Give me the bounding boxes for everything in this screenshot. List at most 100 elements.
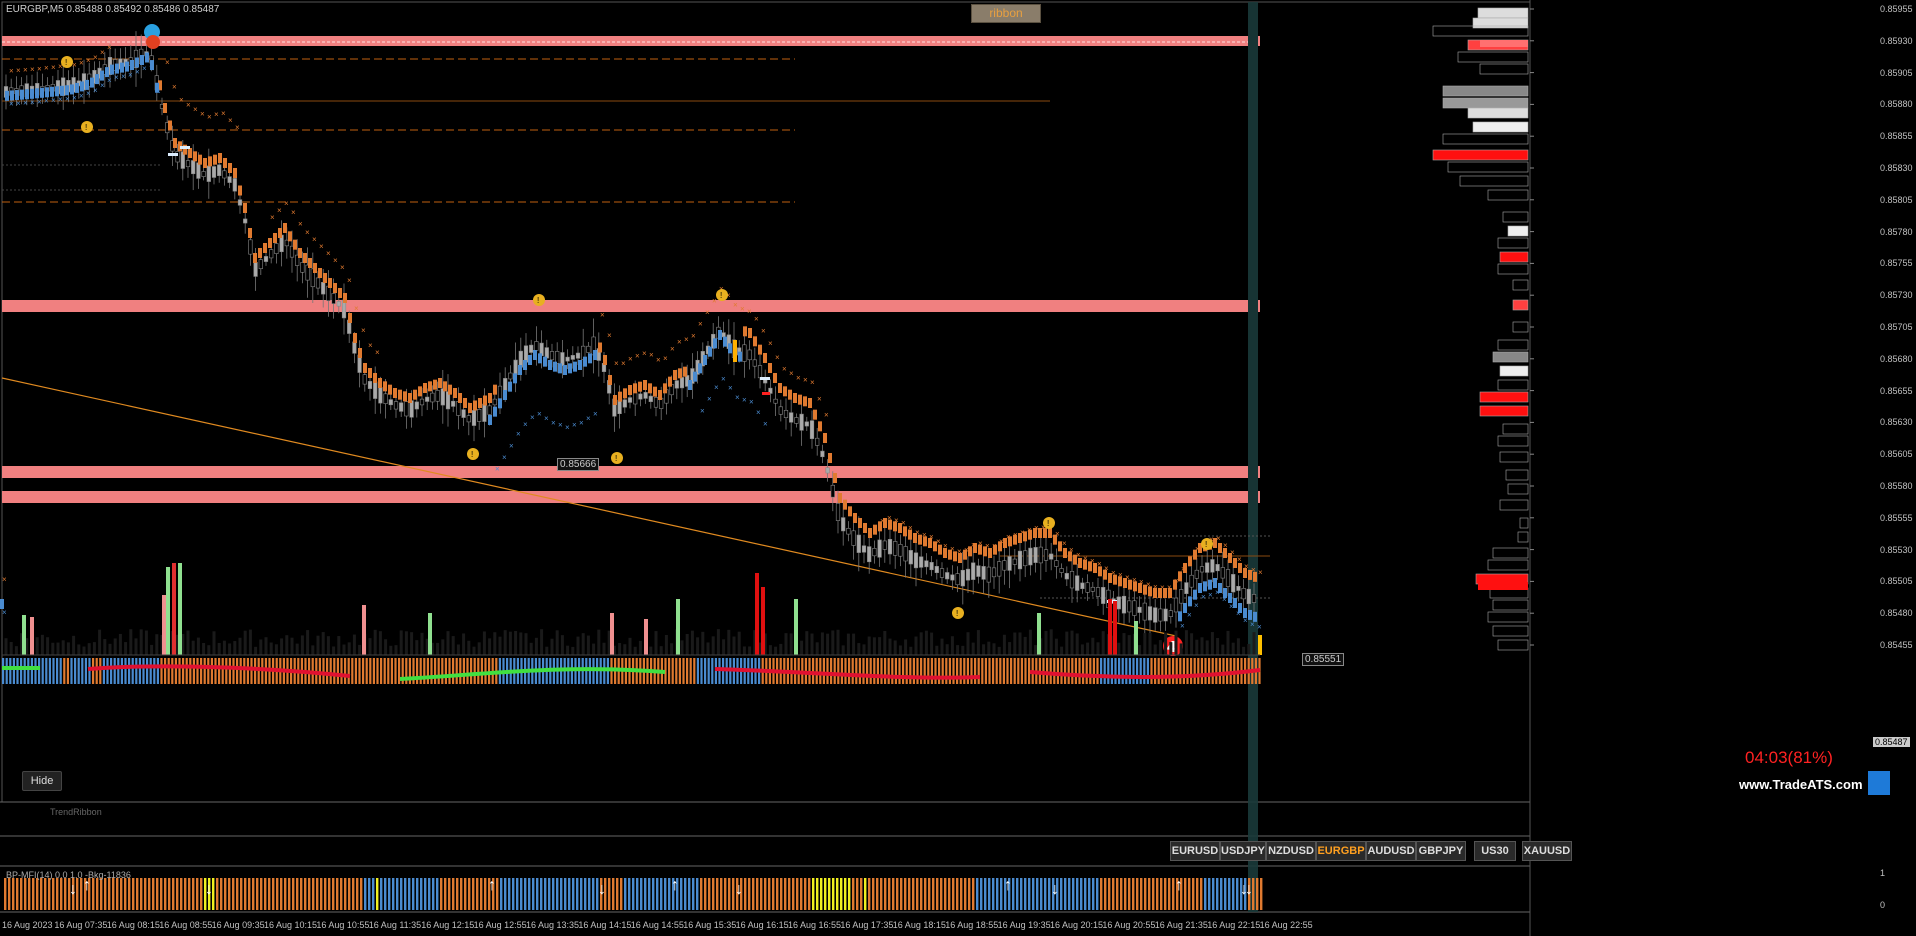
stop-marker: × bbox=[728, 384, 733, 393]
ribbon-bar bbox=[974, 658, 977, 684]
mfi-bar bbox=[588, 878, 591, 910]
mfi-bar bbox=[404, 878, 407, 910]
symbol-button-audusd[interactable]: AUDUSD bbox=[1366, 841, 1416, 861]
trend-ribbon-step bbox=[698, 363, 702, 374]
volume-bar bbox=[66, 642, 70, 655]
candle bbox=[518, 350, 523, 368]
candle bbox=[830, 484, 835, 498]
volume-bar bbox=[1065, 631, 1069, 655]
trend-ribbon-step bbox=[228, 163, 232, 173]
trend-ribbon-step bbox=[188, 148, 192, 158]
ribbon-bar bbox=[167, 658, 170, 684]
mfi-bar bbox=[1216, 878, 1219, 910]
chart-window[interactable]: × × × × × × × × × × × × × × × × × × × × × × × × × × × × × × × × × × × × × × × ×… bbox=[0, 0, 1916, 936]
zone-marker bbox=[1258, 491, 1260, 503]
down-arrow-icon: ↓ bbox=[1051, 881, 1059, 898]
volume-bar bbox=[92, 642, 96, 655]
price-axis-label: 0.85830 bbox=[1880, 163, 1913, 173]
ribbon-button[interactable]: ribbon bbox=[971, 4, 1041, 23]
ribbon-bar bbox=[448, 658, 451, 684]
stop-marker: × bbox=[1223, 541, 1228, 550]
trend-ribbon-step bbox=[193, 151, 197, 162]
order-book-level bbox=[1512, 279, 1529, 291]
trend-ribbon-step bbox=[338, 288, 342, 298]
mfi-bar bbox=[1160, 878, 1163, 910]
volume-bar bbox=[670, 643, 674, 655]
candle bbox=[903, 546, 908, 562]
candle bbox=[643, 392, 648, 399]
ribbon-bar bbox=[336, 658, 339, 684]
trend-ribbon-step bbox=[213, 154, 217, 165]
volume-bar bbox=[389, 645, 393, 655]
volume-bar bbox=[732, 636, 736, 655]
candle bbox=[1210, 559, 1215, 573]
price-chart[interactable]: ×××××× × × ×××××××××××××××××××××× ×× × × ×× ××× ×… bbox=[0, 0, 1916, 936]
mfi-bar bbox=[1016, 878, 1019, 910]
hide-button[interactable]: Hide bbox=[22, 771, 62, 791]
volume-bar bbox=[748, 646, 752, 655]
mfi-bar bbox=[532, 878, 535, 910]
order-book-level bbox=[1459, 175, 1529, 187]
symbol-button-xauusd[interactable]: XAUUSD bbox=[1522, 841, 1572, 861]
ribbon-bar bbox=[686, 658, 689, 684]
trend-ribbon-step bbox=[623, 388, 627, 399]
symbol-button-gbpjpy[interactable]: GBPJPY bbox=[1416, 841, 1466, 861]
stop-marker: × bbox=[37, 97, 42, 106]
trend-ribbon-step bbox=[513, 373, 517, 384]
mfi-bar bbox=[388, 878, 391, 910]
symbol-button-usdjpy[interactable]: USDJPY bbox=[1220, 841, 1266, 861]
ribbon-bar bbox=[434, 658, 437, 684]
symbol-button-us30[interactable]: US30 bbox=[1474, 841, 1516, 861]
ribbon-bar bbox=[902, 658, 905, 684]
trend-ribbon-step bbox=[703, 355, 707, 365]
ribbon-bar bbox=[466, 658, 469, 684]
mfi-bar bbox=[1080, 878, 1083, 910]
candle bbox=[799, 413, 804, 431]
stop-marker: × bbox=[1237, 555, 1242, 564]
volume-bar bbox=[540, 629, 544, 655]
ribbon-bar bbox=[1186, 658, 1189, 684]
mfi-bar bbox=[912, 878, 915, 910]
candle bbox=[586, 345, 591, 353]
volume-bar bbox=[857, 643, 861, 655]
stop-marker: × bbox=[880, 516, 885, 525]
candle bbox=[955, 573, 960, 586]
mfi-bar bbox=[1256, 878, 1259, 910]
mfi-bar bbox=[200, 878, 203, 910]
order-book-level bbox=[1487, 559, 1529, 571]
mfi-bar bbox=[584, 878, 587, 910]
time-axis-label: 16 Aug 18:15 bbox=[892, 920, 946, 930]
trend-ribbon-step bbox=[558, 363, 562, 374]
ribbon-bar bbox=[185, 658, 188, 684]
stop-marker: × bbox=[375, 348, 380, 357]
candle bbox=[534, 341, 539, 351]
trend-ribbon-step bbox=[528, 355, 532, 365]
candle bbox=[570, 355, 575, 360]
stop-marker: × bbox=[1181, 565, 1186, 574]
candle bbox=[1028, 547, 1033, 566]
ribbon-bar bbox=[480, 658, 483, 684]
candle bbox=[1236, 585, 1241, 591]
stop-marker: × bbox=[768, 339, 773, 348]
symbol-button-nzdusd[interactable]: NZDUSD bbox=[1266, 841, 1316, 861]
mfi-bar bbox=[356, 878, 359, 910]
mfi-bar bbox=[1104, 878, 1107, 910]
price-axis-label: 0.85855 bbox=[1880, 131, 1913, 142]
mfi-bar bbox=[952, 878, 955, 910]
trend-ribbon-step bbox=[518, 365, 522, 375]
symbol-button-eurusd[interactable]: EURUSD bbox=[1170, 841, 1220, 861]
volume-bar bbox=[971, 642, 975, 655]
stop-marker: × bbox=[1139, 578, 1144, 587]
ribbon-bar bbox=[959, 658, 962, 684]
symbol-button-eurgbp[interactable]: EURGBP bbox=[1316, 841, 1366, 861]
candle bbox=[461, 409, 466, 418]
mfi-bar bbox=[416, 878, 419, 910]
mfi-bar bbox=[592, 878, 595, 910]
time-axis-label: 16 Aug 10:55 bbox=[316, 920, 370, 930]
volume-bar bbox=[1148, 633, 1152, 655]
candle bbox=[1220, 567, 1225, 579]
volume-bar bbox=[493, 632, 497, 655]
brand-text[interactable]: www.TradeATS.com bbox=[1739, 777, 1863, 792]
trend-ribbon-step bbox=[588, 353, 592, 364]
stop-marker: × bbox=[502, 453, 507, 462]
